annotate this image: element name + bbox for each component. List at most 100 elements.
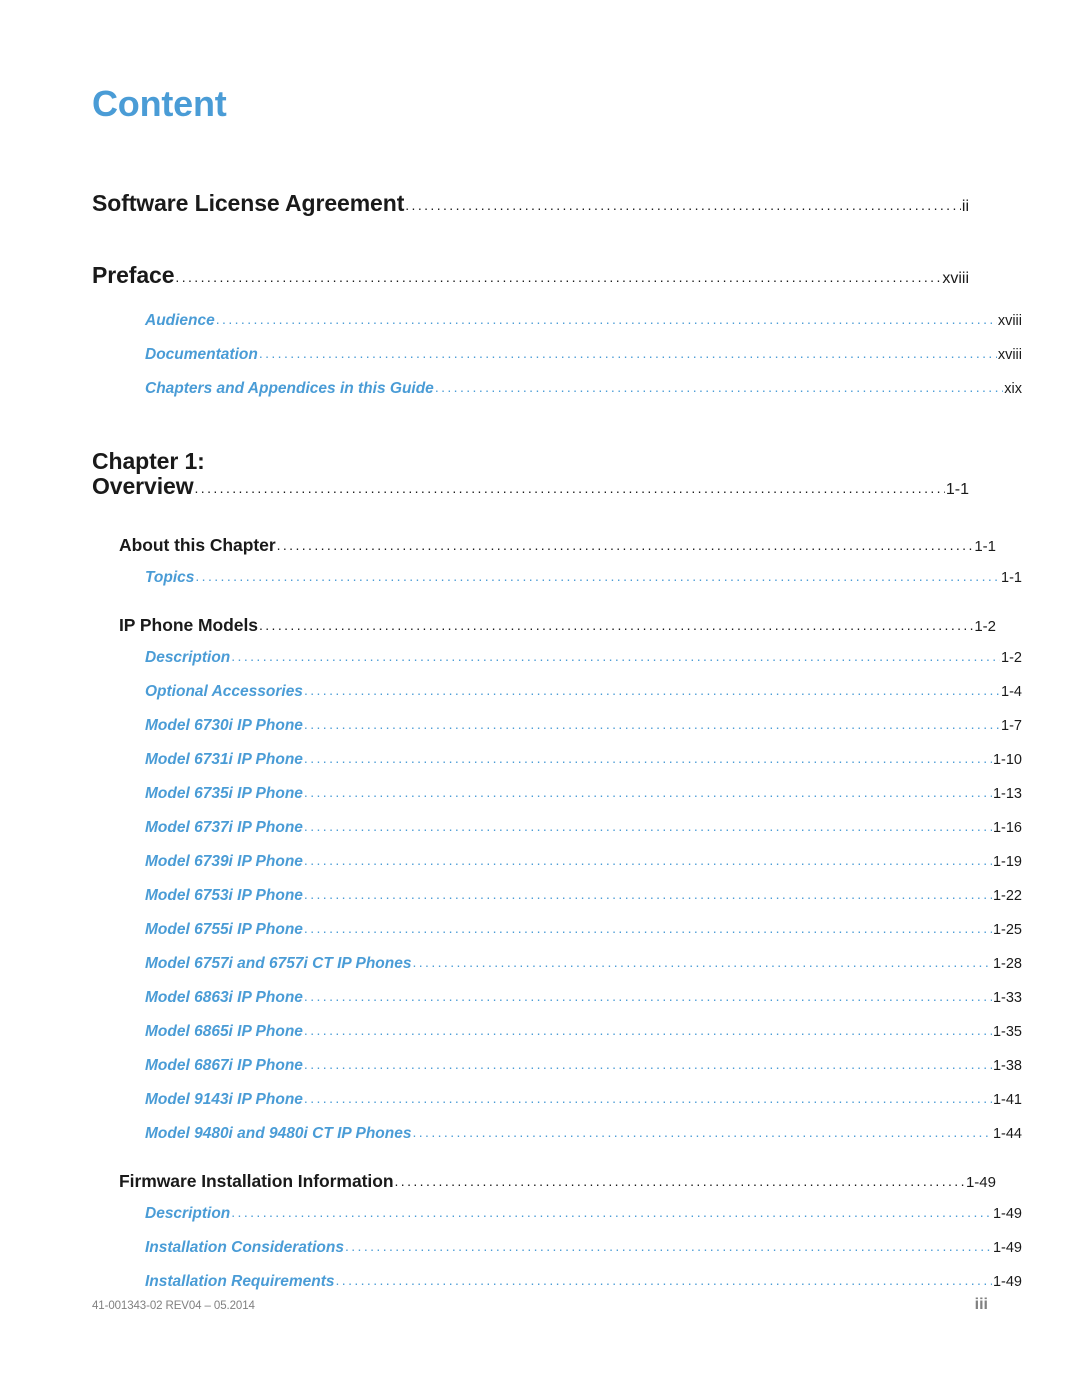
- toc-entry[interactable]: Firmware Installation Information.......…: [119, 1171, 996, 1205]
- table-of-contents: Software License Agreement..............…: [92, 190, 1022, 1307]
- toc-spacer: [92, 603, 969, 615]
- toc-entry[interactable]: About this Chapter......................…: [119, 535, 996, 569]
- document-page: Content Software License Agreement......…: [0, 0, 1080, 1397]
- toc-spacer: [92, 523, 969, 535]
- toc-entry[interactable]: Model 6730i IP Phone....................…: [145, 717, 1022, 751]
- toc-dot-leader: ........................................…: [195, 569, 1001, 583]
- toc-entry[interactable]: Optional Accessories....................…: [145, 683, 1022, 717]
- toc-entry-label: Model 6735i IP Phone: [145, 785, 303, 802]
- toc-entry[interactable]: Preface.................................…: [92, 262, 969, 312]
- toc-dot-leader: ........................................…: [231, 1205, 992, 1219]
- toc-entry[interactable]: Model 6739i IP Phone....................…: [145, 853, 1022, 887]
- toc-entry-page-number: 1-16: [992, 820, 1022, 836]
- toc-spacer: [92, 240, 969, 262]
- toc-dot-leader: ........................................…: [412, 955, 992, 969]
- toc-dot-leader: ........................................…: [194, 481, 945, 495]
- toc-entry-label: Documentation: [145, 346, 258, 363]
- toc-entry[interactable]: Model 6865i IP Phone....................…: [145, 1023, 1022, 1057]
- toc-entry[interactable]: Description.............................…: [145, 1205, 1022, 1239]
- toc-entry-page-number: 1-38: [992, 1058, 1022, 1074]
- toc-entry[interactable]: Documentation...........................…: [145, 346, 1022, 380]
- toc-entry-page-number: 1-2: [974, 618, 996, 635]
- toc-dot-leader: ........................................…: [258, 346, 997, 360]
- toc-entry[interactable]: Model 6867i IP Phone....................…: [145, 1057, 1022, 1091]
- toc-entry[interactable]: Chapters and Appendices in this Guide...…: [145, 380, 1022, 414]
- toc-entry-page-number: xviii: [997, 313, 1022, 329]
- toc-entry-label: Firmware Installation Information: [119, 1171, 394, 1191]
- toc-dot-leader: ........................................…: [303, 1091, 992, 1105]
- toc-dot-leader: ........................................…: [303, 785, 992, 799]
- toc-entry-label: Audience: [145, 312, 215, 329]
- toc-entry-page-number: xix: [1004, 381, 1022, 397]
- toc-entry[interactable]: Model 6735i IP Phone....................…: [145, 785, 1022, 819]
- toc-entry-page-number: 1-28: [992, 956, 1022, 972]
- toc-entry-page-number: 1-49: [992, 1274, 1022, 1290]
- toc-dot-leader: ........................................…: [303, 819, 992, 833]
- toc-entry-label: Model 6867i IP Phone: [145, 1057, 303, 1074]
- toc-entry-label: Model 9480i and 9480i CT IP Phones: [145, 1125, 412, 1142]
- toc-entry-label: Model 9143i IP Phone: [145, 1091, 303, 1108]
- toc-entry-page-number: 1-33: [992, 990, 1022, 1006]
- toc-entry[interactable]: Model 6731i IP Phone....................…: [145, 751, 1022, 785]
- toc-entry-label: Model 6739i IP Phone: [145, 853, 303, 870]
- toc-entry-label: Model 6755i IP Phone: [145, 921, 303, 938]
- toc-entry-page-number: 1-44: [992, 1126, 1022, 1142]
- toc-chapter-prefix: Chapter 1:: [92, 448, 205, 474]
- toc-entry-page-number: 1-41: [992, 1092, 1022, 1108]
- toc-entry-label: Model 6730i IP Phone: [145, 717, 303, 734]
- footer-document-id: 41-001343-02 REV04 – 05.2014: [92, 1300, 255, 1312]
- toc-entry[interactable]: Model 6753i IP Phone....................…: [145, 887, 1022, 921]
- toc-entry[interactable]: Model 9143i IP Phone....................…: [145, 1091, 1022, 1125]
- toc-entry-page-number: 1-10: [992, 752, 1022, 768]
- toc-entry[interactable]: Model 6757i and 6757i CT IP Phones......…: [145, 955, 1022, 989]
- toc-entry[interactable]: Installation Considerations.............…: [145, 1239, 1022, 1273]
- toc-entry-page-number: 1-49: [992, 1206, 1022, 1222]
- toc-entry[interactable]: Software License Agreement..............…: [92, 190, 969, 240]
- toc-spacer: [92, 1159, 969, 1171]
- toc-entry-page-number: 1-49: [992, 1240, 1022, 1256]
- page-title: Content: [92, 83, 227, 124]
- footer-page-number: iii: [974, 1296, 988, 1313]
- toc-entry-label: Preface: [92, 262, 175, 288]
- toc-entry-page-number: 1-1: [1001, 570, 1022, 586]
- toc-entry-page-number: xviii: [997, 347, 1022, 363]
- toc-dot-leader: ........................................…: [394, 1174, 965, 1188]
- toc-entry[interactable]: Audience................................…: [145, 312, 1022, 346]
- toc-entry-page-number: 1-19: [992, 854, 1022, 870]
- toc-dot-leader: ........................................…: [303, 853, 992, 867]
- toc-dot-leader: ........................................…: [303, 1023, 992, 1037]
- toc-entry-page-number: 1-25: [992, 922, 1022, 938]
- toc-entry-label: Installation Considerations: [145, 1239, 344, 1256]
- toc-entry-page-number: 1-7: [1001, 718, 1022, 734]
- toc-entry-label: Model 6737i IP Phone: [145, 819, 303, 836]
- toc-entry-label: Description: [145, 649, 231, 666]
- toc-entry-page-number: 1-49: [965, 1174, 996, 1191]
- toc-dot-leader: ........................................…: [303, 989, 992, 1003]
- toc-entry[interactable]: Model 6755i IP Phone....................…: [145, 921, 1022, 955]
- toc-dot-leader: ........................................…: [303, 683, 1001, 697]
- toc-entry-label: Model 6731i IP Phone: [145, 751, 303, 768]
- toc-dot-leader: ........................................…: [258, 618, 973, 632]
- toc-entry-page-number: 1-22: [992, 888, 1022, 904]
- toc-entry[interactable]: Model 9480i and 9480i CT IP Phones......…: [145, 1125, 1022, 1159]
- toc-dot-leader: ........................................…: [231, 649, 1001, 663]
- toc-dot-leader: ........................................…: [335, 1273, 991, 1287]
- toc-entry-label: About this Chapter: [119, 535, 276, 555]
- toc-entry-page-number: 1-1: [945, 481, 969, 498]
- toc-entry-label: Optional Accessories: [145, 683, 303, 700]
- toc-entry[interactable]: Model 6863i IP Phone....................…: [145, 989, 1022, 1023]
- toc-dot-leader: ........................................…: [215, 312, 997, 326]
- toc-dot-leader: ........................................…: [344, 1239, 992, 1253]
- toc-entry[interactable]: Model 6737i IP Phone....................…: [145, 819, 1022, 853]
- toc-entry-label: Model 6753i IP Phone: [145, 887, 303, 904]
- toc-entry[interactable]: IP Phone Models.........................…: [119, 615, 996, 649]
- toc-entry-page-number: 1-2: [1001, 650, 1022, 666]
- toc-entry-label: Description: [145, 1205, 231, 1222]
- toc-entry[interactable]: Description.............................…: [145, 649, 1022, 683]
- toc-spacer: [92, 414, 969, 436]
- toc-entry-page-number: xviii: [942, 270, 969, 287]
- toc-entry-label: Model 6757i and 6757i CT IP Phones: [145, 955, 412, 972]
- toc-dot-leader: ........................................…: [276, 538, 974, 552]
- toc-entry[interactable]: Overview................................…: [92, 473, 969, 523]
- toc-entry[interactable]: Topics..................................…: [145, 569, 1022, 603]
